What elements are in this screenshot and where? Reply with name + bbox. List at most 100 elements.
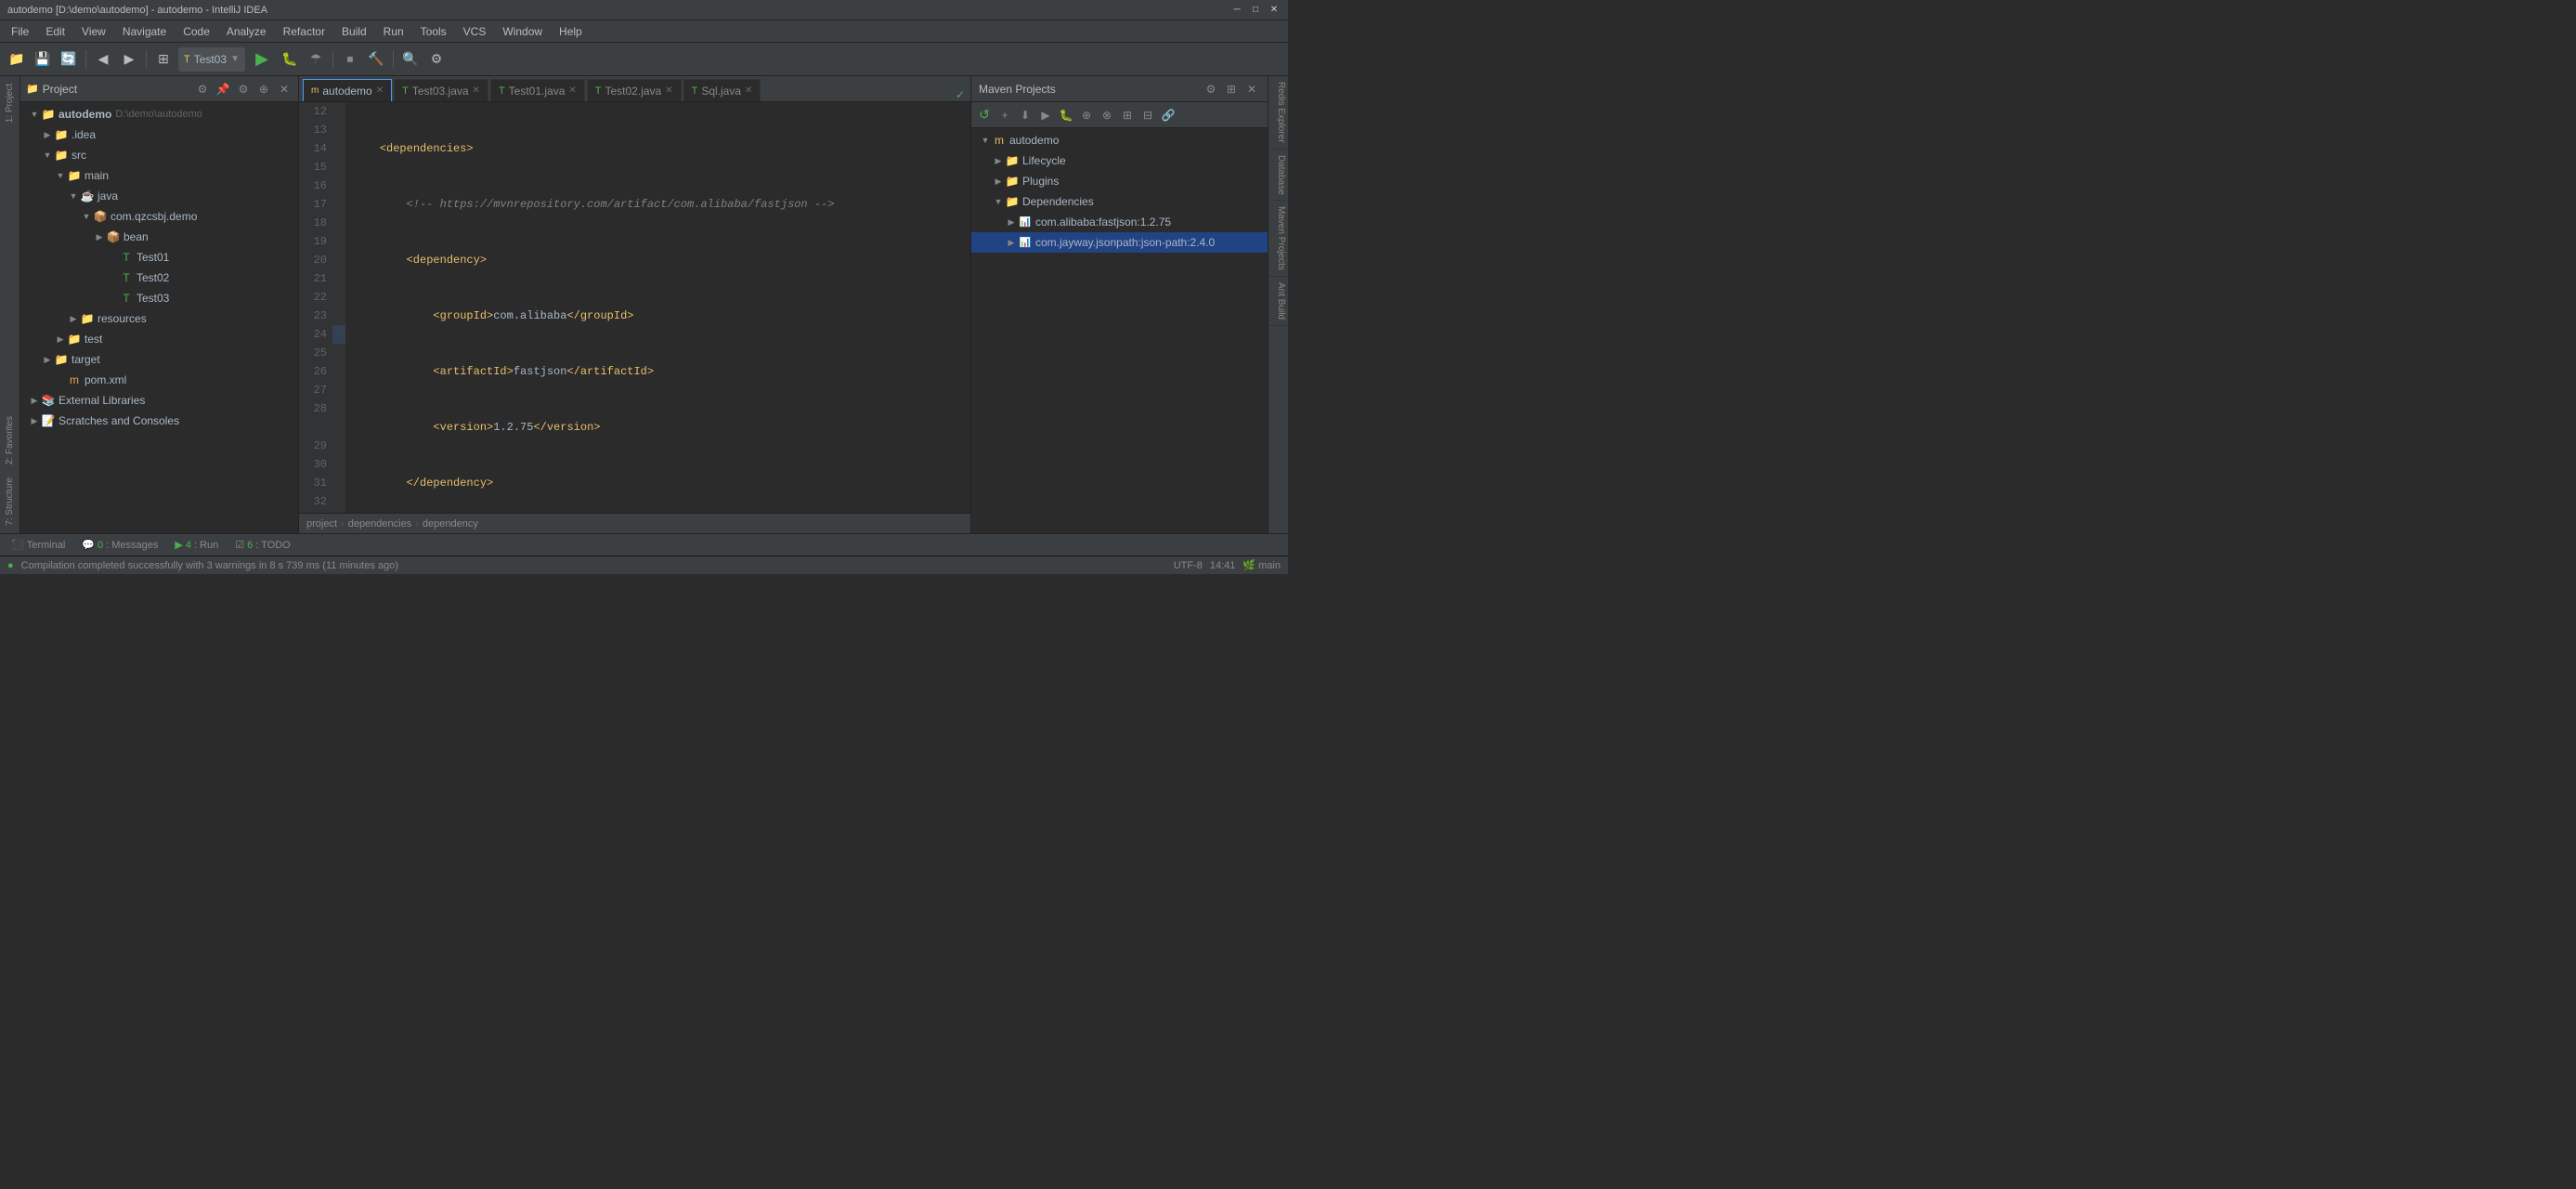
tab-icon-test02: T — [595, 85, 602, 97]
breadcrumb-project[interactable]: project — [306, 518, 337, 529]
tab-sql[interactable]: T Sql.java ✕ — [683, 79, 761, 101]
tree-item-ext-libs[interactable]: ▶ 📚 External Libraries — [20, 390, 298, 411]
todo-tab[interactable]: ☑ 6 : TODO — [228, 537, 298, 553]
maven-expand-button[interactable]: ⊞ — [1223, 81, 1240, 98]
maven-add-button[interactable]: + — [995, 106, 1014, 124]
tab-close-sql[interactable]: ✕ — [745, 85, 752, 96]
minimize-button[interactable]: ─ — [1230, 4, 1243, 17]
run-button[interactable]: ▶ — [249, 46, 275, 72]
terminal-tab[interactable]: ⬛ Terminal — [4, 537, 72, 553]
tree-item-pom[interactable]: m pom.xml — [20, 370, 298, 390]
tree-item-target[interactable]: ▶ 📁 target — [20, 349, 298, 370]
project-close-button[interactable]: ✕ — [276, 81, 293, 98]
menu-view[interactable]: View — [74, 23, 113, 40]
tree-item-autodemo[interactable]: ▼ 📁 autodemo D:\demo\autodemo — [20, 104, 298, 124]
breadcrumb-dependencies[interactable]: dependencies — [348, 518, 412, 529]
maven-lifecycle-button[interactable]: ⊕ — [1077, 106, 1096, 124]
search-button[interactable]: 🔍 — [399, 48, 422, 71]
database-tab[interactable]: Database — [1268, 150, 1288, 202]
maven-item-jsonpath[interactable]: ▶ 📊 com.jayway.jsonpath:json-path:2.4.0 — [971, 232, 1268, 253]
maven-collapse-button[interactable]: ⊟ — [1138, 106, 1157, 124]
tab-test01[interactable]: T Test01.java ✕ — [490, 79, 585, 101]
tab-close-test02[interactable]: ✕ — [665, 85, 672, 96]
tree-label-scratches: Scratches and Consoles — [59, 414, 179, 427]
maven-item-fastjson[interactable]: ▶ 📊 com.alibaba:fastjson:1.2.75 — [971, 212, 1268, 232]
tab-close-test03[interactable]: ✕ — [473, 85, 480, 96]
ant-build-tab[interactable]: Ant Build — [1268, 277, 1288, 326]
project-pin-button[interactable]: 📌 — [215, 81, 231, 98]
menu-file[interactable]: File — [4, 23, 36, 40]
tab-close-test01[interactable]: ✕ — [568, 85, 576, 96]
tab-close-autodemo[interactable]: ✕ — [376, 85, 384, 96]
maven-settings-button[interactable]: ⚙ — [1203, 81, 1219, 98]
menu-build[interactable]: Build — [334, 23, 374, 40]
maven-projects-tab[interactable]: Maven Projects — [1268, 201, 1288, 277]
tree-arrow-autodemo: ▼ — [28, 108, 41, 121]
maven-item-dependencies[interactable]: ▼ 📁 Dependencies — [971, 191, 1268, 212]
code-editor[interactable]: 12 13 14 15 16 17 18 19 20 21 22 23 24 2… — [299, 102, 970, 513]
tab-autodemo[interactable]: m autodemo ✕ — [303, 79, 392, 101]
tree-item-test[interactable]: ▶ 📁 test — [20, 329, 298, 349]
tree-item-resources[interactable]: ▶ 📁 resources — [20, 308, 298, 329]
build-button[interactable]: 🔨 — [365, 48, 387, 71]
maven-skip-test-button[interactable]: ⊗ — [1098, 106, 1116, 124]
maven-debug-run-button[interactable]: 🐛 — [1057, 106, 1075, 124]
favorites-strip-label[interactable]: 2: Favorites — [5, 412, 15, 468]
close-button[interactable]: ✕ — [1268, 4, 1281, 17]
maven-item-autodemo[interactable]: ▼ m autodemo — [971, 130, 1268, 150]
tree-item-test01[interactable]: T Test01 — [20, 247, 298, 268]
menu-navigate[interactable]: Navigate — [115, 23, 174, 40]
menu-help[interactable]: Help — [552, 23, 590, 40]
sync-button[interactable]: 🔄 — [58, 48, 80, 71]
tab-test03[interactable]: T Test03.java ✕ — [394, 79, 488, 101]
maven-show-deps-button[interactable]: ⊞ — [1118, 106, 1137, 124]
run-tab[interactable]: ▶ 4 : Run — [167, 537, 226, 553]
maven-download-button[interactable]: ⬇ — [1016, 106, 1034, 124]
project-settings-button[interactable]: ⚙ — [194, 81, 211, 98]
project-expand-button[interactable]: ⊕ — [255, 81, 272, 98]
structure-button[interactable]: ⊞ — [152, 48, 175, 71]
breadcrumb-dependency[interactable]: dependency — [423, 518, 478, 529]
maven-run-button[interactable]: ▶ — [1036, 106, 1055, 124]
run-config-dropdown[interactable]: T Test03 ▼ — [178, 47, 245, 72]
open-folder-button[interactable]: 📁 — [6, 48, 28, 71]
tree-item-package[interactable]: ▼ 📦 com.qzcsbj.demo — [20, 206, 298, 227]
tree-item-bean[interactable]: ▶ 📦 bean — [20, 227, 298, 247]
tree-item-java[interactable]: ▼ ☕ java — [20, 186, 298, 206]
tab-test02[interactable]: T Test02.java ✕ — [587, 79, 682, 101]
maven-refresh-button[interactable]: ↺ — [975, 106, 994, 124]
menu-refactor[interactable]: Refactor — [276, 23, 332, 40]
maven-item-lifecycle[interactable]: ▶ 📁 Lifecycle — [971, 150, 1268, 171]
menu-window[interactable]: Window — [495, 23, 550, 40]
tree-item-main[interactable]: ▼ 📁 main — [20, 165, 298, 186]
coverage-button[interactable]: ☂ — [305, 48, 327, 71]
back-button[interactable]: ◀ — [92, 48, 114, 71]
maven-close-button[interactable]: ✕ — [1243, 81, 1260, 98]
menu-edit[interactable]: Edit — [38, 23, 72, 40]
project-gear-button[interactable]: ⚙ — [235, 81, 252, 98]
structure-strip-label[interactable]: 7: Structure — [5, 474, 15, 529]
settings-button[interactable]: ⚙ — [425, 48, 448, 71]
maven-item-plugins[interactable]: ▶ 📁 Plugins — [971, 171, 1268, 191]
menu-tools[interactable]: Tools — [413, 23, 454, 40]
redis-explorer-tab[interactable]: Redis Explorer — [1268, 76, 1288, 150]
menu-vcs[interactable]: VCS — [456, 23, 494, 40]
save-button[interactable]: 💾 — [32, 48, 54, 71]
debug-button[interactable]: 🐛 — [279, 48, 301, 71]
status-encoding[interactable]: UTF-8 — [1174, 560, 1203, 571]
stop-button[interactable]: ⏹ — [339, 48, 361, 71]
code-content[interactable]: <dependencies> <!-- https://mvnrepositor… — [345, 102, 970, 513]
project-strip-label[interactable]: 1: Project — [5, 80, 15, 126]
messages-tab[interactable]: 💬 0 : Messages — [74, 537, 165, 553]
menu-run[interactable]: Run — [376, 23, 411, 40]
tree-item-src[interactable]: ▼ 📁 src — [20, 145, 298, 165]
maximize-button[interactable]: □ — [1249, 4, 1262, 17]
maven-link-button[interactable]: 🔗 — [1159, 106, 1177, 124]
forward-button[interactable]: ▶ — [118, 48, 140, 71]
tree-item-test02[interactable]: T Test02 — [20, 268, 298, 288]
tree-item-test03[interactable]: T Test03 — [20, 288, 298, 308]
tree-item-idea[interactable]: ▶ 📁 .idea — [20, 124, 298, 145]
menu-code[interactable]: Code — [176, 23, 217, 40]
menu-analyze[interactable]: Analyze — [219, 23, 274, 40]
tree-item-scratches[interactable]: ▶ 📝 Scratches and Consoles — [20, 411, 298, 431]
